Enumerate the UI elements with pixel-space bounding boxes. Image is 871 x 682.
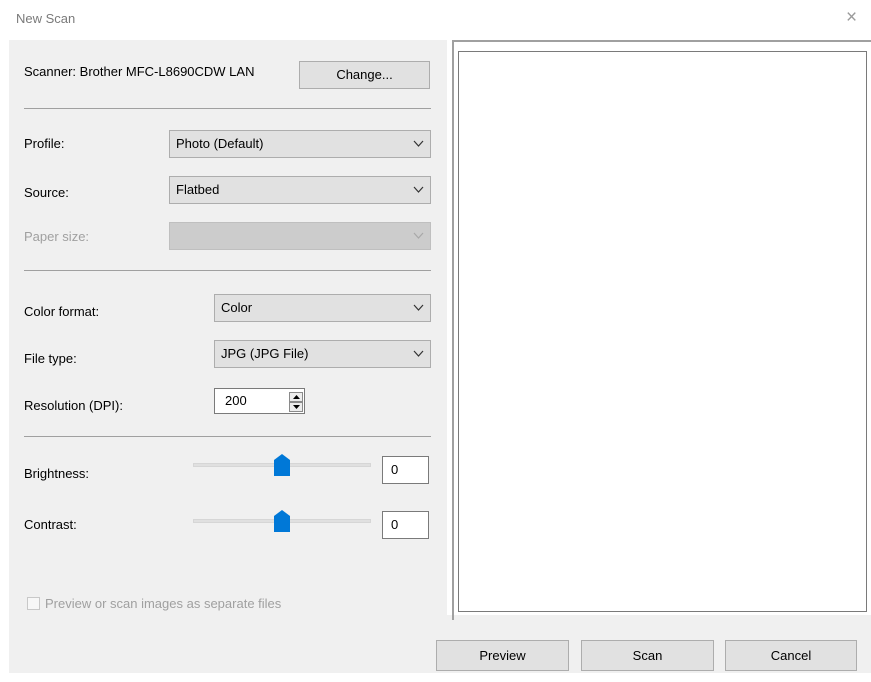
source-value: Flatbed (176, 182, 220, 197)
scanner-label: Scanner: Brother MFC-L8690CDW LAN (24, 64, 255, 79)
file-type-label: File type: (24, 351, 77, 366)
divider (24, 108, 431, 109)
profile-value: Photo (Default) (176, 136, 264, 151)
decrement-arrow-icon[interactable] (289, 402, 303, 412)
preview-button[interactable]: Preview (436, 640, 569, 671)
color-format-dropdown[interactable]: Color (214, 294, 431, 322)
color-format-label: Color format: (24, 304, 100, 319)
close-icon[interactable]: × (846, 8, 857, 27)
change-scanner-button[interactable]: Change... (299, 61, 430, 89)
window-title: New Scan (16, 11, 76, 26)
file-type-dropdown[interactable]: JPG (JPG File) (214, 340, 431, 368)
file-type-value: JPG (JPG File) (221, 346, 309, 361)
scan-button[interactable]: Scan (581, 640, 714, 671)
separate-files-checkbox (27, 597, 40, 610)
contrast-input[interactable]: 0 (382, 511, 429, 539)
chevron-down-icon (413, 350, 424, 357)
contrast-value: 0 (391, 517, 399, 532)
chevron-down-icon (413, 304, 424, 311)
increment-arrow-icon[interactable] (289, 392, 303, 402)
source-label: Source: (24, 185, 69, 200)
paper-size-dropdown (169, 222, 431, 250)
contrast-slider-thumb[interactable] (274, 510, 290, 532)
brightness-slider-thumb[interactable] (274, 454, 290, 476)
profile-label: Profile: (24, 136, 65, 151)
resolution-value: 200 (225, 393, 247, 408)
divider (24, 270, 431, 271)
color-format-value: Color (221, 300, 253, 315)
paper-size-label: Paper size: (24, 229, 90, 244)
brightness-label: Brightness: (24, 466, 90, 481)
brightness-value: 0 (391, 462, 399, 477)
divider (24, 436, 431, 437)
source-dropdown[interactable]: Flatbed (169, 176, 431, 204)
separate-files-label: Preview or scan images as separate files (45, 596, 282, 611)
contrast-label: Contrast: (24, 517, 77, 532)
preview-area[interactable] (458, 51, 867, 612)
cancel-button[interactable]: Cancel (725, 640, 857, 671)
profile-dropdown[interactable]: Photo (Default) (169, 130, 431, 158)
brightness-input[interactable]: 0 (382, 456, 429, 484)
chevron-down-icon (413, 232, 424, 239)
chevron-down-icon (413, 186, 424, 193)
resolution-label: Resolution (DPI): (24, 398, 123, 413)
chevron-down-icon (413, 140, 424, 147)
title-bar: New Scan × (0, 0, 871, 40)
resolution-stepper[interactable]: 200 (214, 388, 305, 414)
